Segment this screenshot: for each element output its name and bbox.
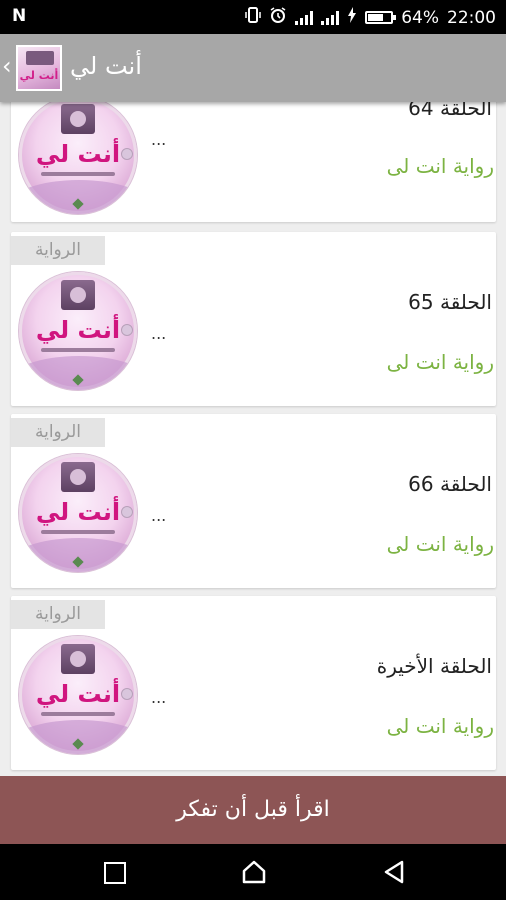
vibrate-icon bbox=[245, 6, 261, 29]
charging-icon bbox=[347, 7, 357, 28]
cd-cover-image: أنت لي bbox=[19, 454, 137, 572]
episode-card[interactable]: الرواية أنت لي ... الحلقة 65 رواية انت ل… bbox=[11, 232, 496, 406]
episode-title: الحلقة الأخيرة bbox=[376, 654, 492, 678]
status-bar: N 64% 22:00 bbox=[0, 0, 506, 34]
novel-badge: الرواية bbox=[11, 418, 105, 447]
app-logo[interactable]: أنت لي bbox=[16, 45, 62, 91]
cover-title: أنت لي bbox=[35, 316, 121, 344]
cd-cover-image: أنت لي bbox=[19, 102, 137, 214]
app-bar: ‹ أنت لي أنت لي bbox=[0, 34, 506, 102]
novel-name: رواية انت لى bbox=[386, 532, 494, 556]
episode-excerpt: ... bbox=[151, 324, 167, 343]
alarm-icon bbox=[269, 6, 287, 29]
page-title: أنت لي bbox=[70, 52, 142, 80]
novel-badge: الرواية bbox=[11, 600, 105, 629]
notification-n-icon: N bbox=[12, 6, 27, 26]
battery-icon bbox=[365, 11, 397, 24]
novel-name: رواية انت لى bbox=[386, 350, 494, 374]
episode-title: الحلقة 65 bbox=[408, 290, 492, 314]
episode-excerpt: ... bbox=[151, 130, 167, 149]
battery-percent: 64% bbox=[401, 7, 439, 28]
cover-title: أنت لي bbox=[35, 140, 121, 168]
episode-list: أنت لي ... الحلقة 64 رواية انت لى الرواي… bbox=[0, 102, 506, 776]
cd-cover-image: أنت لي bbox=[19, 272, 137, 390]
cd-cover-image: أنت لي bbox=[19, 636, 137, 754]
episode-card[interactable]: أنت لي ... الحلقة 64 رواية انت لى bbox=[11, 102, 496, 222]
clock: 22:00 bbox=[447, 7, 496, 28]
logo-title: أنت لي bbox=[19, 69, 59, 82]
back-icon[interactable] bbox=[380, 858, 408, 886]
cover-title: أنت لي bbox=[35, 498, 121, 526]
novel-name: رواية انت لى bbox=[386, 714, 494, 738]
home-icon[interactable] bbox=[240, 858, 268, 886]
episode-title: الحلقة 64 bbox=[408, 102, 492, 120]
cover-title: أنت لي bbox=[35, 680, 121, 708]
signal-icon-2 bbox=[321, 10, 340, 25]
read-before-think-button[interactable]: اقرأ قبل أن تفكر bbox=[0, 776, 506, 844]
episode-excerpt: ... bbox=[151, 688, 167, 707]
episode-card[interactable]: الرواية أنت لي ... الحلقة 66 رواية انت ل… bbox=[11, 414, 496, 588]
logo-cover-art bbox=[26, 51, 54, 65]
episode-excerpt: ... bbox=[151, 506, 167, 525]
recents-icon[interactable] bbox=[100, 858, 128, 886]
chevron-left-icon[interactable]: ‹ bbox=[2, 52, 12, 80]
signal-icon bbox=[295, 10, 314, 25]
novel-name: رواية انت لى bbox=[386, 154, 494, 178]
novel-badge: الرواية bbox=[11, 236, 105, 265]
episode-card[interactable]: الرواية أنت لي ... الحلقة الأخيرة رواية … bbox=[11, 596, 496, 770]
navigation-bar bbox=[0, 844, 506, 900]
episode-title: الحلقة 66 bbox=[408, 472, 492, 496]
